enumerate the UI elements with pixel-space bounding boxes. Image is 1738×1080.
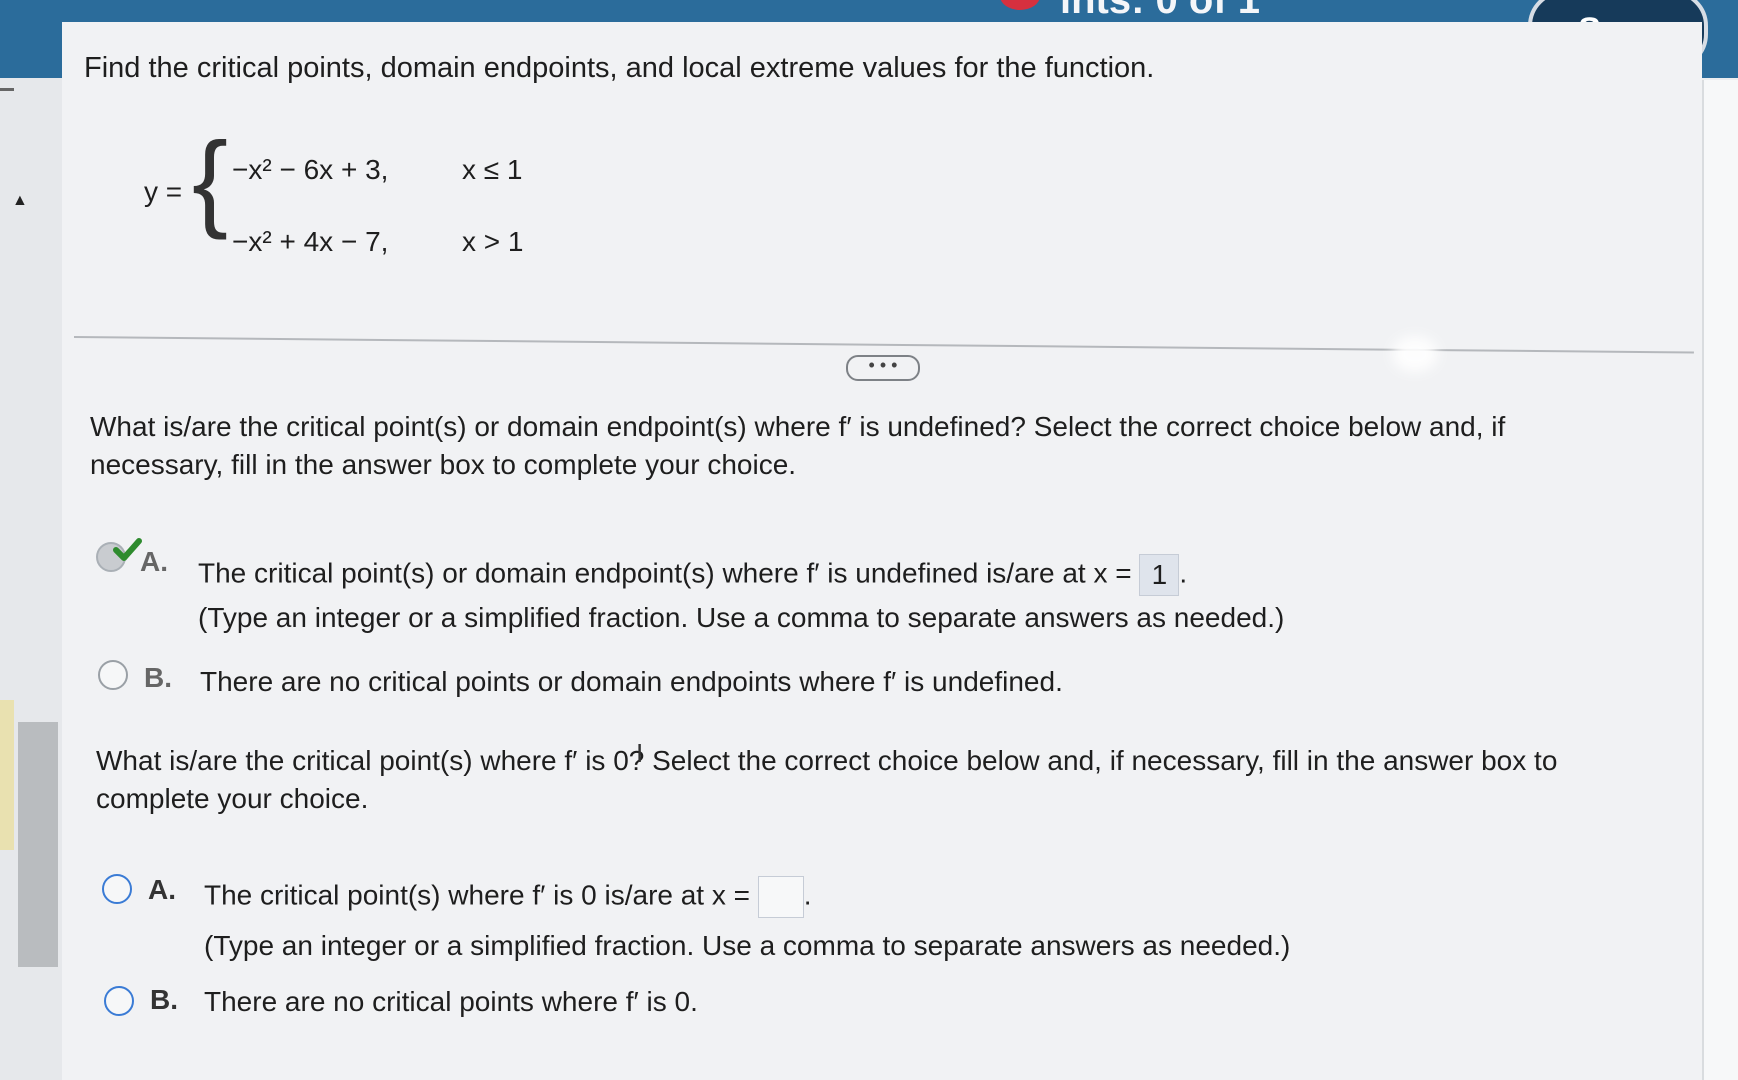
piece1-expression: −x² − 6x + 3, <box>232 154 389 185</box>
brace-icon: { <box>192 119 229 240</box>
q2-option-a-radio[interactable] <box>102 874 132 904</box>
rail-dash <box>0 88 14 91</box>
q1-option-a-text: The critical point(s) or domain endpoint… <box>198 554 1187 596</box>
more-button[interactable]: • • • <box>846 355 920 381</box>
q1-option-a-letter: A. <box>140 546 168 577</box>
question2-text: What is/are the critical point(s) where … <box>96 745 1558 814</box>
piece1-condition: x ≤ 1 <box>462 154 523 185</box>
q2-option-a-label: The critical point(s) where f′ is 0 is/a… <box>204 879 750 911</box>
right-edge <box>1702 80 1738 1080</box>
q2-option-b-letter: B. <box>150 984 178 1015</box>
q2-option-a-text: The critical point(s) where f′ is 0 is/a… <box>204 876 812 918</box>
scrollbar-thumb[interactable] <box>18 722 58 967</box>
q2-option-a-hint: (Type an integer or a simplified fractio… <box>204 930 1291 961</box>
q2-answer-box[interactable] <box>757 876 804 918</box>
left-rail <box>0 0 62 1080</box>
q1-option-a-hint: (Type an integer or a simplified fractio… <box>198 602 1285 633</box>
q1-option-b-radio[interactable] <box>98 660 128 690</box>
q2-option-b-text: There are no critical points where f′ is… <box>204 986 698 1017</box>
points-indicator: ints: 0 of 1 <box>1060 0 1261 22</box>
q1-answer-box[interactable]: 1 <box>1139 554 1180 596</box>
text-cursor-icon: I <box>636 738 644 768</box>
formula-lhs: y = <box>144 176 183 207</box>
status-dot-icon <box>1000 0 1040 10</box>
piece2-expression: −x² + 4x − 7, <box>232 226 389 257</box>
q1-option-a-label: The critical point(s) or domain endpoint… <box>198 557 1132 589</box>
q1-option-b-text: There are no critical points or domain e… <box>200 666 1063 697</box>
q2-option-a-letter: A. <box>148 874 176 905</box>
screen-glare <box>1392 336 1438 372</box>
q2-option-b-radio[interactable] <box>104 986 134 1016</box>
q1-option-b-letter: B. <box>144 662 172 693</box>
question1-text: What is/are the critical point(s) or dom… <box>90 411 1506 480</box>
highlight-strip <box>0 700 14 850</box>
piece2-condition: x > 1 <box>462 226 524 257</box>
collapse-arrow-icon[interactable]: ▲ <box>12 192 28 210</box>
check-icon <box>113 538 142 561</box>
problem-title: Find the critical points, domain endpoin… <box>84 52 1155 84</box>
piecewise-function: y = { −x² − 6x + 3, x ≤ 1 −x² + 4x − 7, … <box>140 126 560 270</box>
